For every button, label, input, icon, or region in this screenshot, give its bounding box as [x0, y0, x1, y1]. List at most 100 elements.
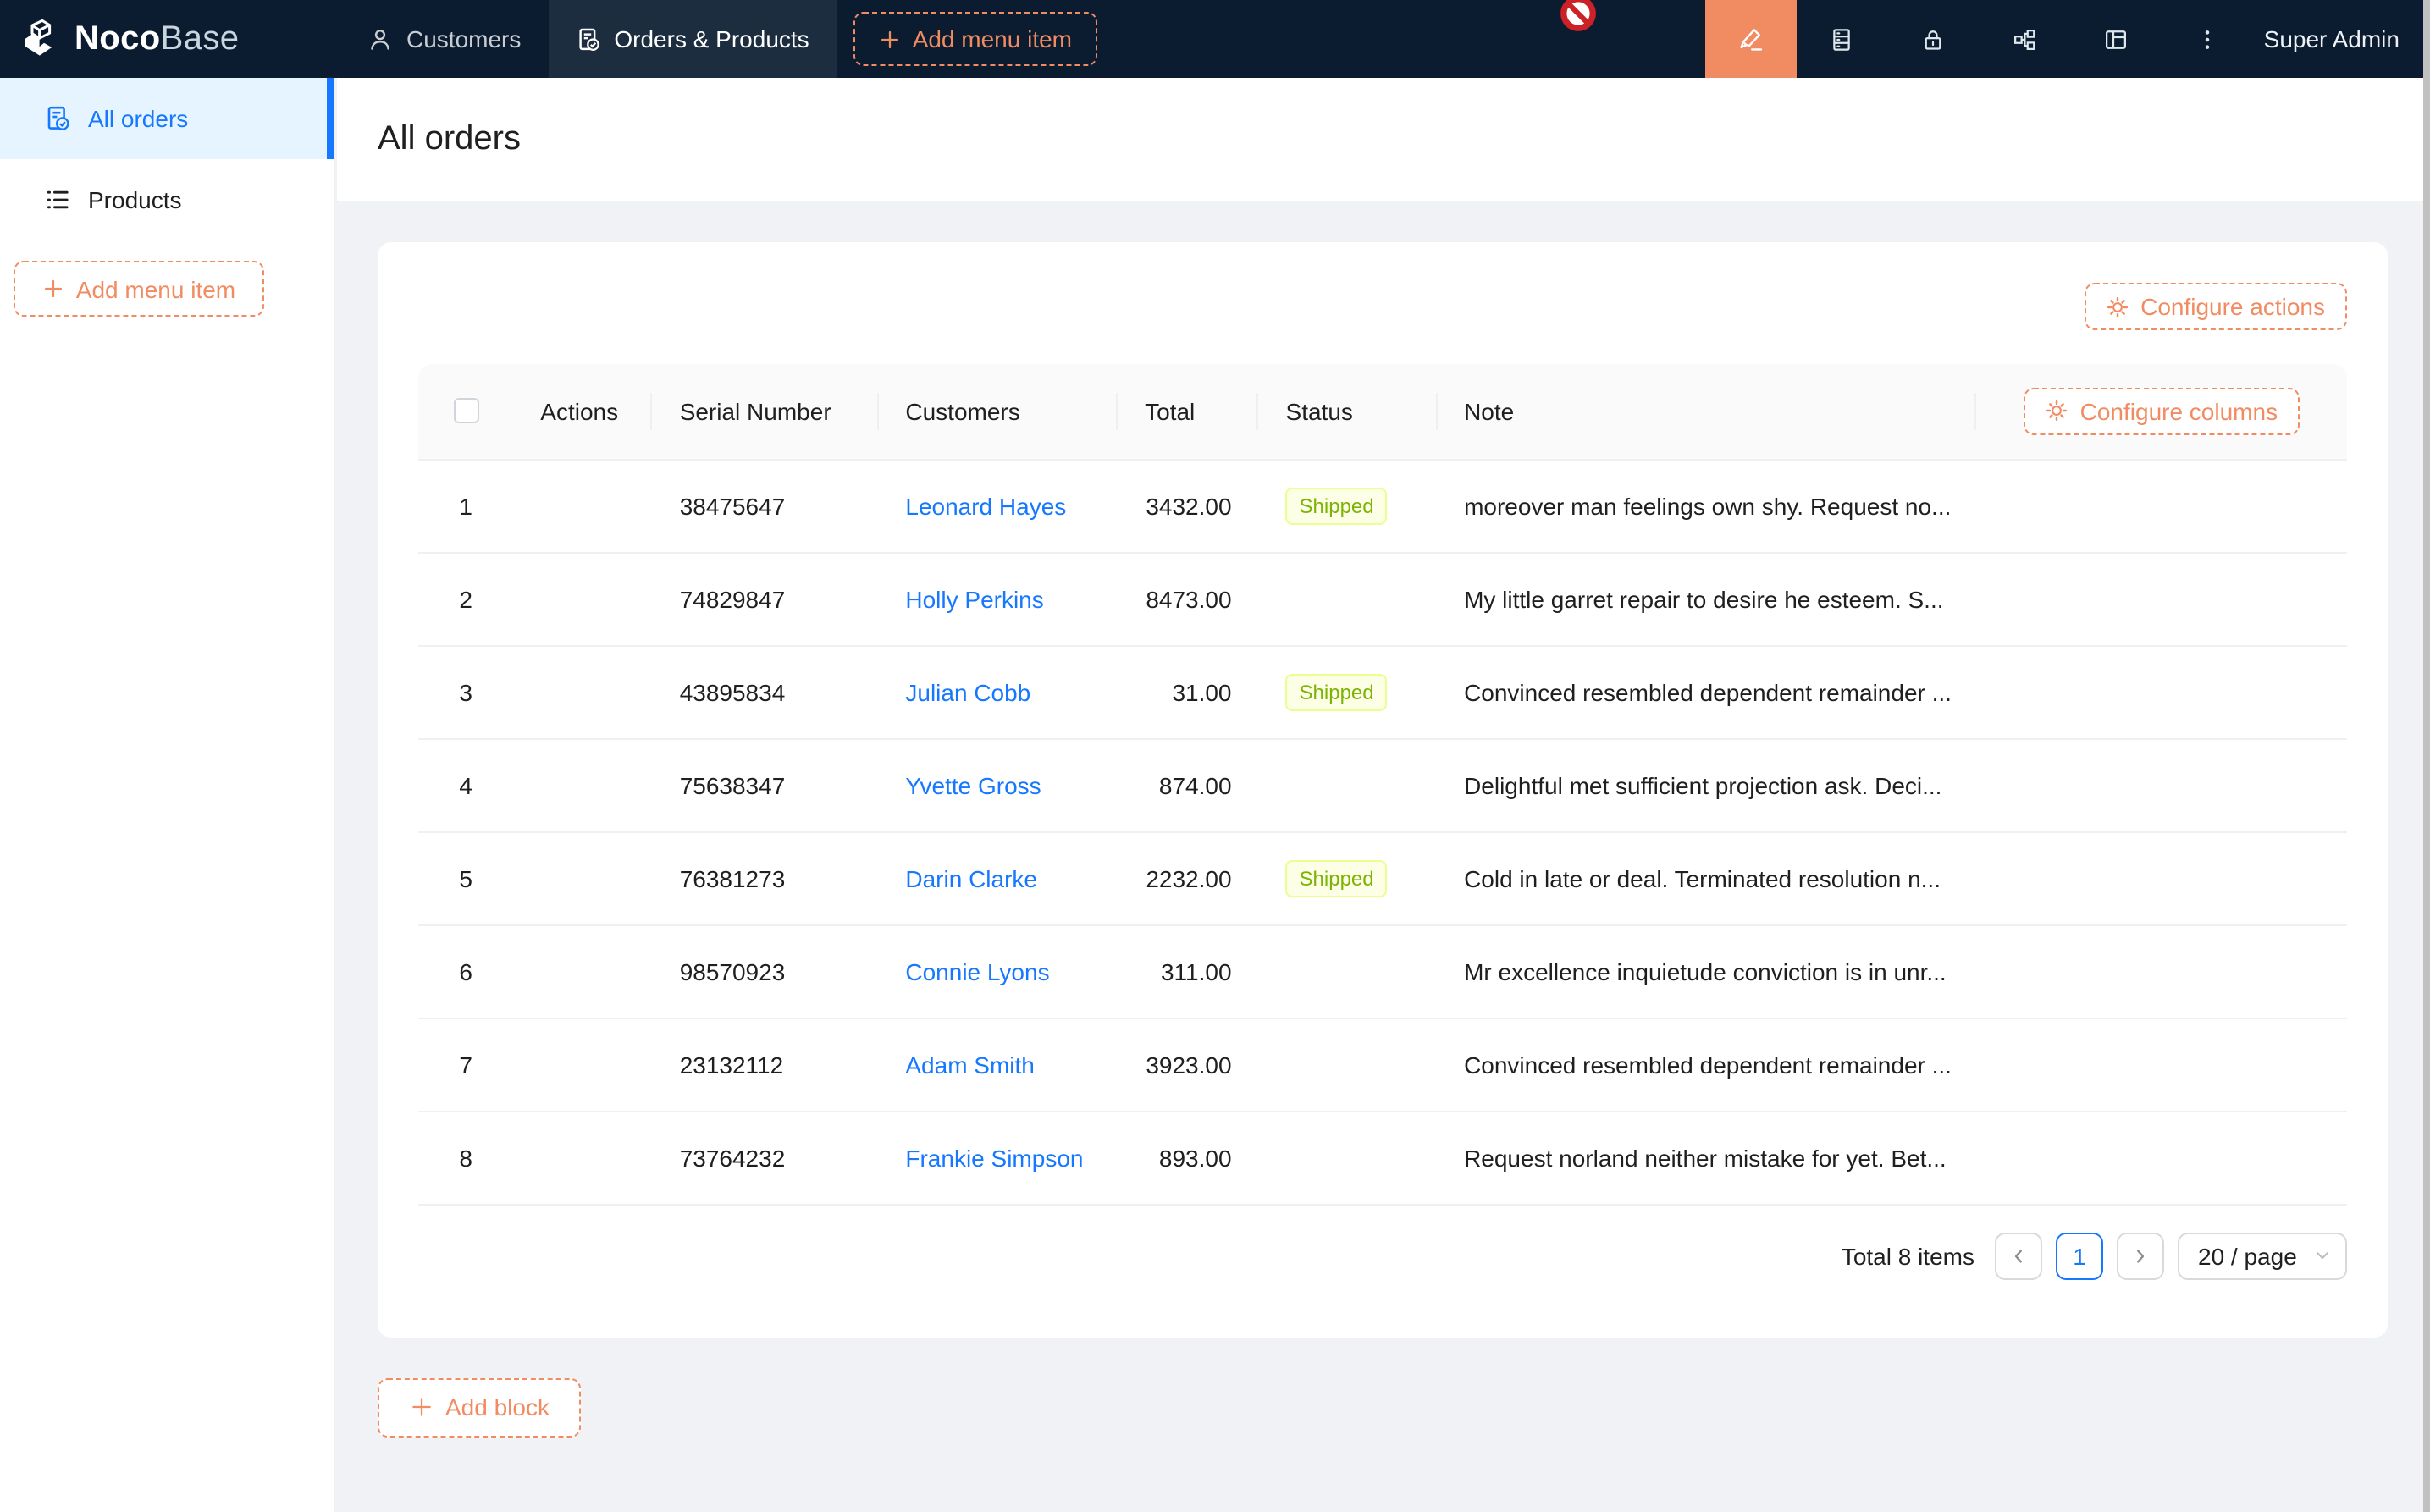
page-size-select[interactable]: 20 / page — [2178, 1232, 2347, 1279]
user-menu[interactable]: Super Admin — [2254, 25, 2430, 52]
nocobase-logo[interactable]: NocoBase — [0, 19, 235, 59]
cell-configure — [1977, 1111, 2347, 1204]
sidebar: All orders Products Add menu item — [0, 78, 335, 1512]
topbar: NocoBase Customers — [0, 0, 2430, 78]
cell-status: Shipped — [1259, 459, 1438, 552]
table-row: 6 98570923 Connie Lyons 311.00 Mr excell… — [418, 924, 2347, 1018]
table-row: 4 75638347 Yvette Gross 874.00 Delightfu… — [418, 738, 2347, 831]
customer-link[interactable]: Adam Smith — [905, 1051, 1035, 1078]
cell-total: 874.00 — [1118, 738, 1258, 831]
cell-actions — [513, 831, 652, 924]
tab-orders-products[interactable]: Orders & Products — [548, 0, 836, 78]
table-row: 5 76381273 Darin Clarke 2232.00 Shipped … — [418, 831, 2347, 924]
cell-customer: Yvette Gross — [878, 738, 1118, 831]
content-area: Configure actions Actions Serial Number … — [337, 201, 2430, 1512]
table-row: 2 74829847 Holly Perkins 8473.00 My litt… — [418, 552, 2347, 645]
cell-total: 31.00 — [1118, 645, 1258, 738]
select-all-checkbox[interactable] — [453, 399, 478, 424]
cell-actions — [513, 1018, 652, 1111]
cell-index: 2 — [418, 552, 513, 645]
page-header: All orders — [337, 78, 2430, 201]
cell-customer: Darin Clarke — [878, 831, 1118, 924]
pagination-prev-button[interactable] — [1995, 1232, 2042, 1279]
workflow-button[interactable] — [1980, 0, 2071, 78]
customer-link[interactable]: Darin Clarke — [905, 864, 1037, 891]
customer-link[interactable]: Holly Perkins — [905, 585, 1043, 612]
header-serial-number: Serial Number — [653, 364, 879, 459]
cell-customer: Holly Perkins — [878, 552, 1118, 645]
gear-icon — [2107, 295, 2129, 317]
cell-configure — [1977, 552, 2347, 645]
page-title: All orders — [378, 120, 521, 159]
ellipsis-icon — [2195, 26, 2221, 52]
cell-note: Cold in late or deal. Terminated resolut… — [1437, 831, 1977, 924]
cell-index: 8 — [418, 1111, 513, 1204]
table-row: 3 43895834 Julian Cobb 31.00 Shipped Con… — [418, 645, 2347, 738]
cell-note: Request norland neither mistake for yet.… — [1437, 1111, 1977, 1204]
blocked-cursor-icon — [1560, 0, 1597, 32]
add-menu-item-button-sidebar[interactable]: Add menu item — [14, 261, 264, 317]
sidebar-item-products[interactable]: Products — [0, 159, 334, 240]
vertical-scrollbar[interactable] — [2423, 0, 2430, 1512]
cell-status — [1259, 738, 1438, 831]
tab-customers[interactable]: Customers — [340, 0, 548, 78]
header-actions: Actions — [513, 364, 652, 459]
cell-note: Delightful met sufficient projection ask… — [1437, 738, 1977, 831]
customer-link[interactable]: Yvette Gross — [905, 771, 1041, 798]
gear-icon — [2046, 400, 2068, 422]
layout-button[interactable] — [2071, 0, 2162, 78]
table-row: 8 73764232 Frankie Simpson 893.00 Reques… — [418, 1111, 2347, 1204]
cell-total: 893.00 — [1118, 1111, 1258, 1204]
sidebar-item-label: All orders — [88, 105, 188, 132]
sidebar-item-all-orders[interactable]: All orders — [0, 78, 334, 159]
cell-index: 4 — [418, 738, 513, 831]
header-total: Total — [1118, 364, 1258, 459]
orders-table: Actions Serial Number Customers Total St… — [418, 364, 2347, 1205]
cell-customer: Julian Cobb — [878, 645, 1118, 738]
configure-actions-button[interactable]: Configure actions — [2085, 283, 2347, 330]
cell-status — [1259, 1018, 1438, 1111]
partition-icon — [2013, 26, 2038, 52]
cell-index: 7 — [418, 1018, 513, 1111]
file-done-icon — [575, 26, 600, 52]
customer-link[interactable]: Connie Lyons — [905, 957, 1049, 985]
customer-link[interactable]: Leonard Hayes — [905, 492, 1066, 519]
cell-serial: 76381273 — [653, 831, 879, 924]
status-badge: Shipped — [1286, 859, 1388, 897]
pagination-page-1[interactable]: 1 — [2056, 1232, 2103, 1279]
pagination-next-button[interactable] — [2117, 1232, 2164, 1279]
cell-total: 3432.00 — [1118, 459, 1258, 552]
cell-actions — [513, 459, 652, 552]
cell-customer: Leonard Hayes — [878, 459, 1118, 552]
customer-link[interactable]: Julian Cobb — [905, 678, 1030, 705]
configure-columns-button[interactable]: Configure columns — [2024, 388, 2300, 435]
chevron-left-icon — [2008, 1245, 2029, 1266]
add-menu-item-button-topbar[interactable]: Add menu item — [853, 12, 1097, 66]
tab-label: Orders & Products — [614, 25, 809, 52]
permissions-button[interactable] — [1888, 0, 1980, 78]
user-icon — [367, 26, 393, 52]
cell-serial: 74829847 — [653, 552, 879, 645]
pagination: Total 8 items 1 20 / page — [418, 1232, 2347, 1279]
cell-index: 5 — [418, 831, 513, 924]
plus-icon — [879, 28, 901, 50]
sidebar-item-label: Products — [88, 186, 182, 213]
chevron-down-icon — [2313, 1246, 2332, 1265]
customer-link[interactable]: Frankie Simpson — [905, 1144, 1083, 1171]
header-status: Status — [1259, 364, 1438, 459]
table-header-row: Actions Serial Number Customers Total St… — [418, 364, 2347, 459]
ui-editor-button[interactable] — [1705, 0, 1797, 78]
lock-icon — [1921, 26, 1947, 52]
cell-actions — [513, 924, 652, 1018]
add-block-button[interactable]: Add block — [378, 1377, 582, 1437]
table-row: 7 23132112 Adam Smith 3923.00 Convinced … — [418, 1018, 2347, 1111]
database-icon — [1830, 26, 1855, 52]
cell-actions — [513, 552, 652, 645]
list-icon — [44, 186, 71, 213]
cell-index: 3 — [418, 645, 513, 738]
more-button[interactable] — [2162, 0, 2254, 78]
status-badge: Shipped — [1286, 673, 1388, 710]
cell-status: Shipped — [1259, 831, 1438, 924]
data-source-button[interactable] — [1797, 0, 1888, 78]
status-badge: Shipped — [1286, 487, 1388, 524]
